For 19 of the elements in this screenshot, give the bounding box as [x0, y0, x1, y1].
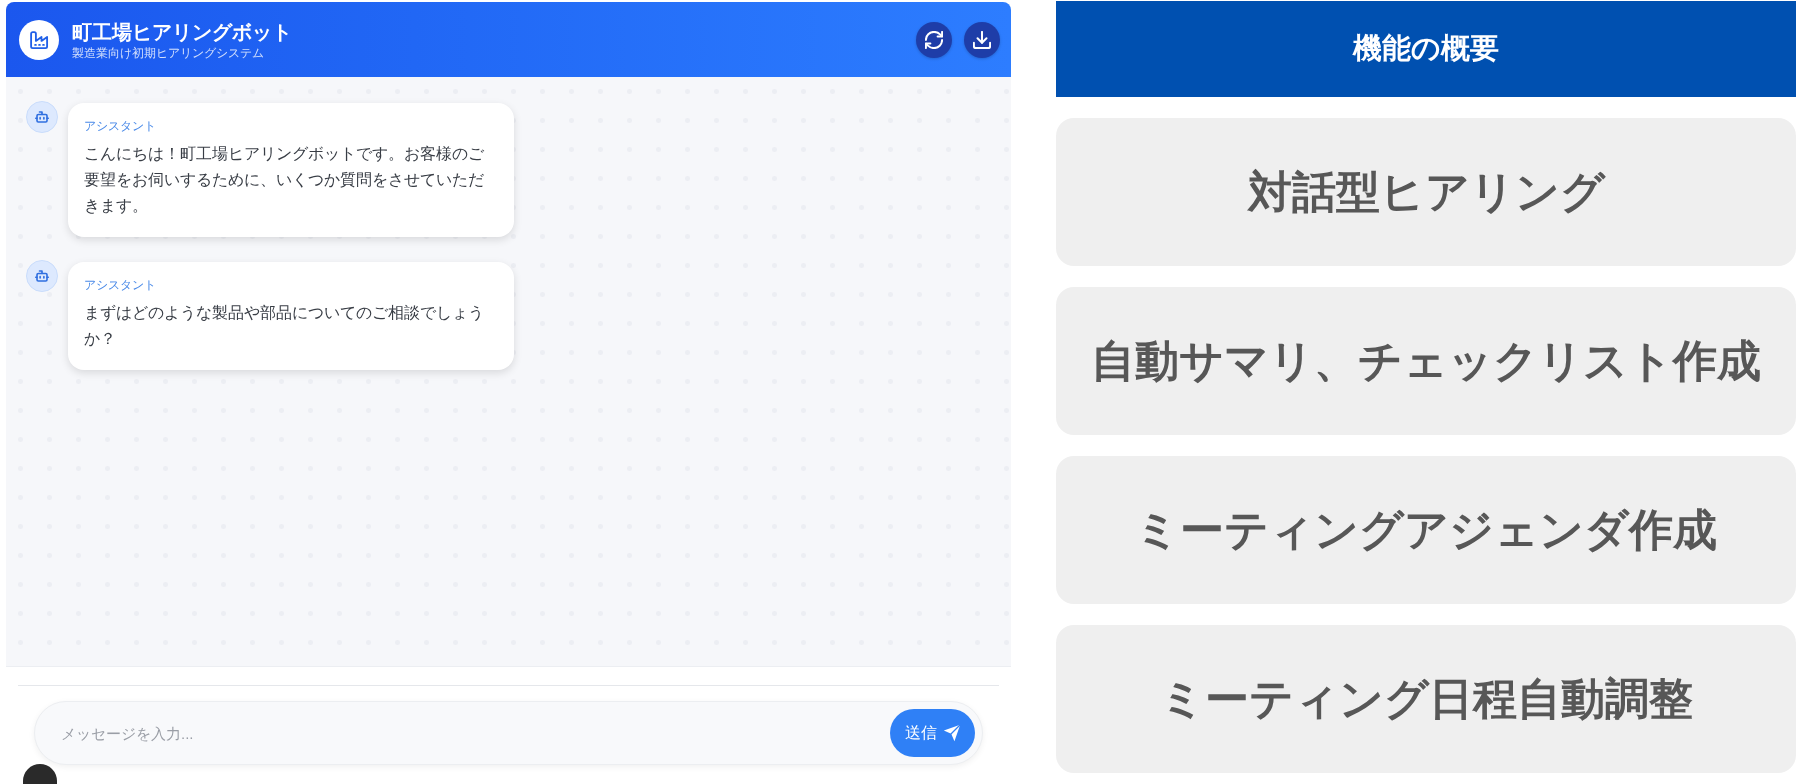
feature-title: ミーティング日程自動調整 [1159, 673, 1693, 725]
message-text: こんにちは！町工場ヒアリングボットです。お客様のご要望をお伺いするために、いくつか質問をさせていただきます。 [84, 144, 485, 216]
sender-label: アシスタント [84, 278, 156, 292]
app-subtitle: 製造業向け初期ヒアリングシステム [72, 44, 264, 61]
feature-title: 対話型ヒアリング [1247, 166, 1605, 218]
features-title: 機能の概要 [1353, 31, 1499, 67]
send-icon [942, 724, 961, 742]
sender-label: アシスタント [84, 119, 156, 133]
feature-title: ミーティングアジェンダ作成 [1135, 504, 1717, 556]
download-icon [973, 30, 991, 49]
refresh-icon [925, 30, 943, 49]
robot-icon [26, 101, 58, 133]
app-title: 町工場ヒアリングボット [72, 19, 292, 45]
robot-icon [26, 260, 58, 292]
feature-title: 自動サマリ、チェックリスト作成 [1091, 335, 1761, 387]
message-text: まずはどのような製品や部品についてのご相談でしょうか？ [84, 303, 485, 349]
factory-icon [19, 19, 59, 60]
download-button[interactable] [964, 21, 1000, 58]
refresh-button[interactable] [916, 21, 952, 58]
